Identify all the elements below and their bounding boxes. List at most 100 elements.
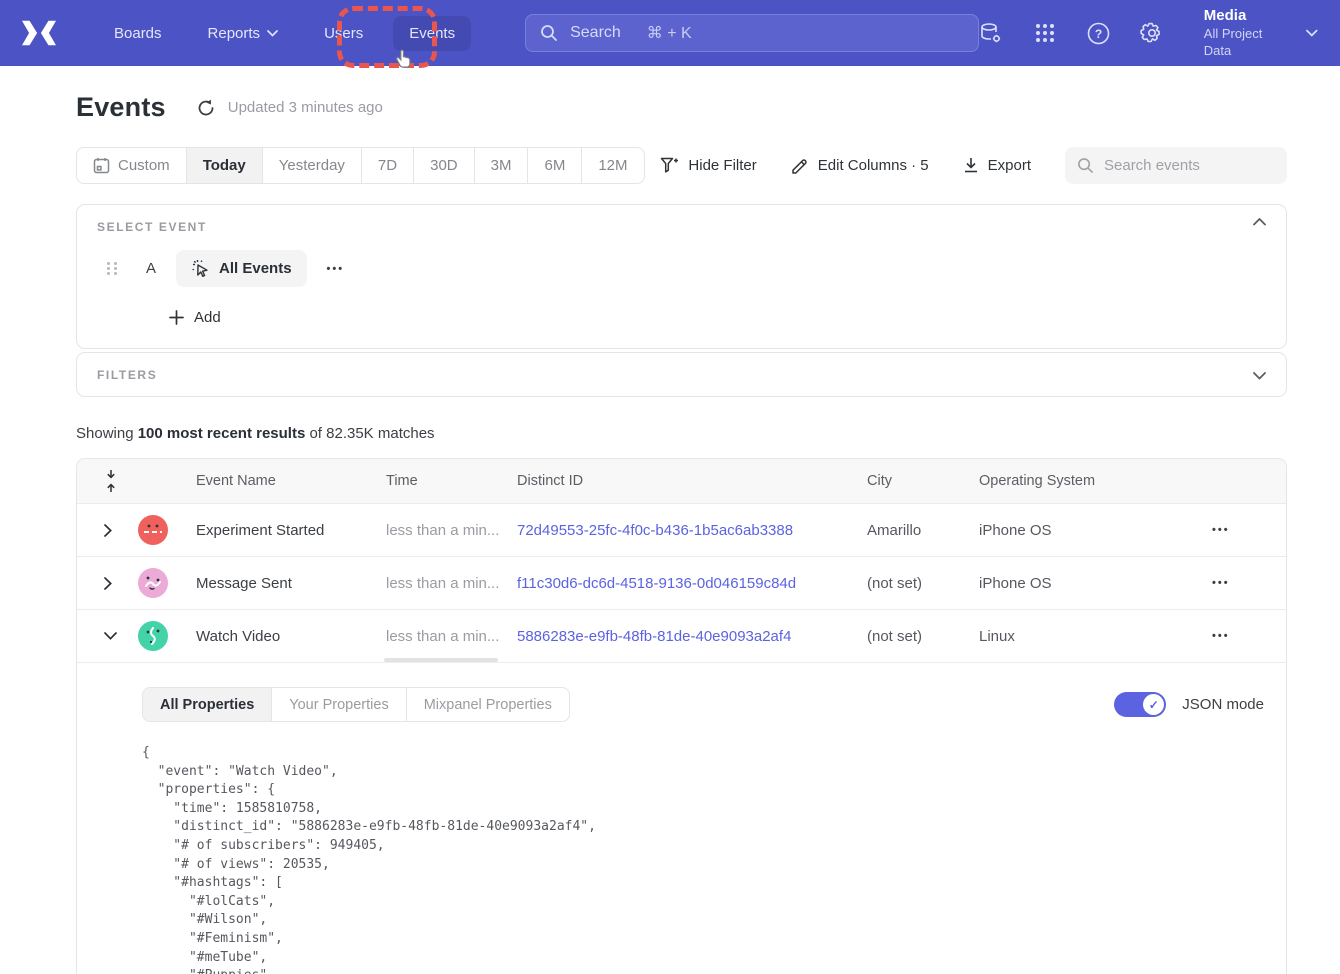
cell-city: (not set) <box>867 628 979 645</box>
chevron-up-icon[interactable] <box>1253 218 1266 226</box>
nav-item-users[interactable]: Users <box>308 16 379 51</box>
tab-your-properties[interactable]: Your Properties <box>272 688 406 721</box>
tab-mixpanel-properties[interactable]: Mixpanel Properties <box>407 688 569 721</box>
tab-all-properties[interactable]: All Properties <box>143 688 272 721</box>
table-row[interactable]: Experiment Started less than a min... 72… <box>77 504 1286 557</box>
nav-item-reports-label: Reports <box>208 25 261 42</box>
collapse-row-icon[interactable] <box>104 632 121 640</box>
row-options-menu[interactable]: ••• <box>1212 524 1230 536</box>
hide-filter-label: Hide Filter <box>688 157 756 174</box>
cell-os: Linux <box>979 628 1186 645</box>
column-header-event-name[interactable]: Event Name <box>196 473 386 489</box>
search-events-input[interactable] <box>1104 157 1264 174</box>
export-button[interactable]: Export <box>963 157 1031 174</box>
hide-filter-button[interactable]: Hide Filter <box>660 157 756 175</box>
mixpanel-logo-icon[interactable] <box>22 20 56 46</box>
date-option-30d[interactable]: 30D <box>414 148 475 183</box>
project-subtitle: All Project Data <box>1204 26 1291 60</box>
apps-grid-icon[interactable] <box>1033 21 1056 45</box>
cell-event-name: Message Sent <box>196 575 386 592</box>
event-detail-panel: All Properties Your Properties Mixpanel … <box>77 663 1286 974</box>
table-row[interactable]: Message Sent less than a min... f11c30d6… <box>77 557 1286 610</box>
date-option-today[interactable]: Today <box>187 148 263 183</box>
nav-item-users-label: Users <box>324 25 363 42</box>
calendar-icon <box>93 157 110 174</box>
collapse-all-icon[interactable] <box>104 469 118 493</box>
event-row-letter: A <box>146 260 156 277</box>
nav-item-reports[interactable]: Reports <box>192 16 295 51</box>
column-header-time[interactable]: Time <box>386 473 517 489</box>
row-options-menu[interactable]: ••• <box>1212 577 1230 589</box>
sparkle-cursor-icon <box>191 259 210 278</box>
filters-panel[interactable]: FILTERS <box>76 352 1287 397</box>
event-selector-chip[interactable]: All Events <box>176 250 307 287</box>
cell-distinct-id-link[interactable]: 72d49553-25fc-4f0c-b436-1b5ac6ab3388 <box>517 522 867 539</box>
select-event-label: SELECT EVENT <box>97 220 1266 234</box>
cell-time: less than a min... <box>386 522 517 539</box>
event-options-menu[interactable]: ••• <box>327 263 345 275</box>
expand-row-icon[interactable] <box>104 577 121 590</box>
properties-tabs: All Properties Your Properties Mixpanel … <box>142 687 570 722</box>
help-icon[interactable]: ? <box>1086 21 1109 45</box>
date-option-custom-label: Custom <box>118 157 170 174</box>
tab-all-properties-label: All Properties <box>160 697 254 713</box>
top-navbar: Boards Reports Users Events Search ⌘ + K <box>0 0 1340 66</box>
add-event-button[interactable]: Add <box>169 309 1266 326</box>
edit-columns-label: Edit Columns · 5 <box>818 157 929 174</box>
search-shortcut-hint: ⌘ + K <box>647 23 692 43</box>
pencil-icon <box>791 157 809 175</box>
cell-time: less than a min... <box>386 575 517 592</box>
date-option-3m[interactable]: 3M <box>475 148 529 183</box>
nav-item-events[interactable]: Events <box>393 16 471 51</box>
project-selector[interactable]: Media All Project Data <box>1204 6 1318 59</box>
date-range-control: Custom Today Yesterday 7D 30D 3M 6M 12M <box>76 147 645 184</box>
event-json-view[interactable]: { "event": "Watch Video", "properties": … <box>142 744 1266 974</box>
cell-city: (not set) <box>867 575 979 592</box>
date-option-today-label: Today <box>203 157 246 174</box>
cell-distinct-id-link[interactable]: f11c30d6-dc6d-4518-9136-0d046159c84d <box>517 575 867 592</box>
export-label: Export <box>988 157 1031 174</box>
event-avatar <box>138 515 168 545</box>
tab-mixpanel-properties-label: Mixpanel Properties <box>424 697 552 713</box>
toggle-knob-check-icon: ✓ <box>1143 694 1164 715</box>
table-row-expanded[interactable]: Watch Video less than a min... 5886283e-… <box>77 610 1286 663</box>
chevron-down-icon[interactable] <box>1253 372 1266 380</box>
search-icon <box>1077 157 1094 174</box>
horizontal-scrollbar-thumb[interactable] <box>384 658 498 662</box>
column-header-os[interactable]: Operating System <box>979 473 1186 489</box>
global-search-input[interactable]: Search ⌘ + K <box>525 14 979 52</box>
cell-os: iPhone OS <box>979 575 1186 592</box>
date-option-12m[interactable]: 12M <box>582 148 643 183</box>
refresh-icon[interactable] <box>196 98 216 118</box>
svg-text:?: ? <box>1094 27 1101 41</box>
drag-handle[interactable] <box>107 262 119 276</box>
filters-label: FILTERS <box>97 368 157 382</box>
date-option-7d[interactable]: 7D <box>362 148 414 183</box>
date-option-6m[interactable]: 6M <box>528 148 582 183</box>
results-prefix: Showing <box>76 425 138 442</box>
json-mode-toggle[interactable]: ✓ <box>1114 692 1166 717</box>
cell-event-name: Watch Video <box>196 628 386 645</box>
date-option-30d-label: 30D <box>430 157 458 174</box>
date-option-7d-label: 7D <box>378 157 397 174</box>
updated-timestamp: Updated 3 minutes ago <box>228 99 383 116</box>
results-count: 100 most recent results <box>138 425 306 442</box>
row-options-menu[interactable]: ••• <box>1212 630 1230 642</box>
expand-row-icon[interactable] <box>104 524 121 537</box>
cell-city: Amarillo <box>867 522 979 539</box>
data-management-icon[interactable] <box>979 21 1003 45</box>
edit-columns-button[interactable]: Edit Columns · 5 <box>791 157 929 175</box>
column-header-distinct-id[interactable]: Distinct ID <box>517 473 867 489</box>
nav-item-boards[interactable]: Boards <box>98 16 178 51</box>
date-option-custom[interactable]: Custom <box>77 148 187 183</box>
event-selector-label: All Events <box>219 260 292 277</box>
table-header-row: Event Name Time Distinct ID City Operati… <box>77 459 1286 504</box>
search-events-field[interactable] <box>1065 147 1287 184</box>
column-header-city[interactable]: City <box>867 473 979 489</box>
project-name: Media <box>1204 6 1291 26</box>
main-content: Events Updated 3 minutes ago Custom Toda… <box>76 92 1287 974</box>
hand-cursor-icon <box>392 49 414 73</box>
date-option-yesterday[interactable]: Yesterday <box>263 148 362 183</box>
settings-gear-icon[interactable] <box>1140 21 1164 45</box>
cell-distinct-id-link[interactable]: 5886283e-e9fb-48fb-81de-40e9093a2af4 <box>517 628 867 645</box>
